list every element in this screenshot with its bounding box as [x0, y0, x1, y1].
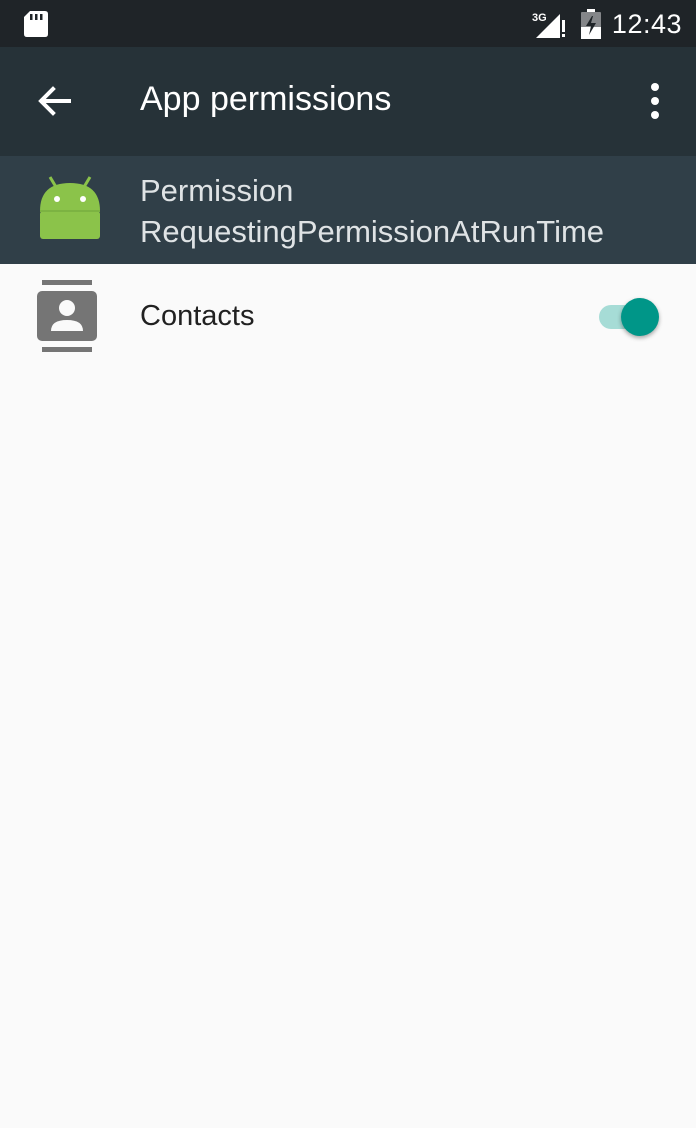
app-info-header: Permission RequestingPermissionAtRunTime [0, 156, 696, 264]
app-bar: App permissions [0, 47, 696, 156]
more-vert-icon[interactable] [640, 80, 670, 122]
signal-3g-icon: 3G [532, 12, 565, 38]
page-title: App permissions [140, 80, 392, 118]
permission-row-contacts[interactable]: Contacts [0, 264, 696, 372]
arrow-back-icon[interactable] [34, 81, 74, 121]
app-name-text: Permission RequestingPermissionAtRunTime [140, 173, 605, 249]
status-bar: 3G 12:43 [0, 0, 696, 47]
network-type-label: 3G [532, 12, 547, 24]
permission-label: Contacts [140, 300, 255, 332]
contacts-toggle[interactable] [597, 296, 663, 340]
android-icon [40, 176, 100, 239]
battery-icon [581, 9, 601, 39]
app-name: Permission RequestingPermissionAtRunTime [140, 170, 604, 252]
toggle-thumb [621, 298, 659, 336]
contacts-icon [37, 280, 97, 352]
status-time: 12:43 [611, 9, 682, 39]
sd-card-icon [24, 11, 48, 37]
